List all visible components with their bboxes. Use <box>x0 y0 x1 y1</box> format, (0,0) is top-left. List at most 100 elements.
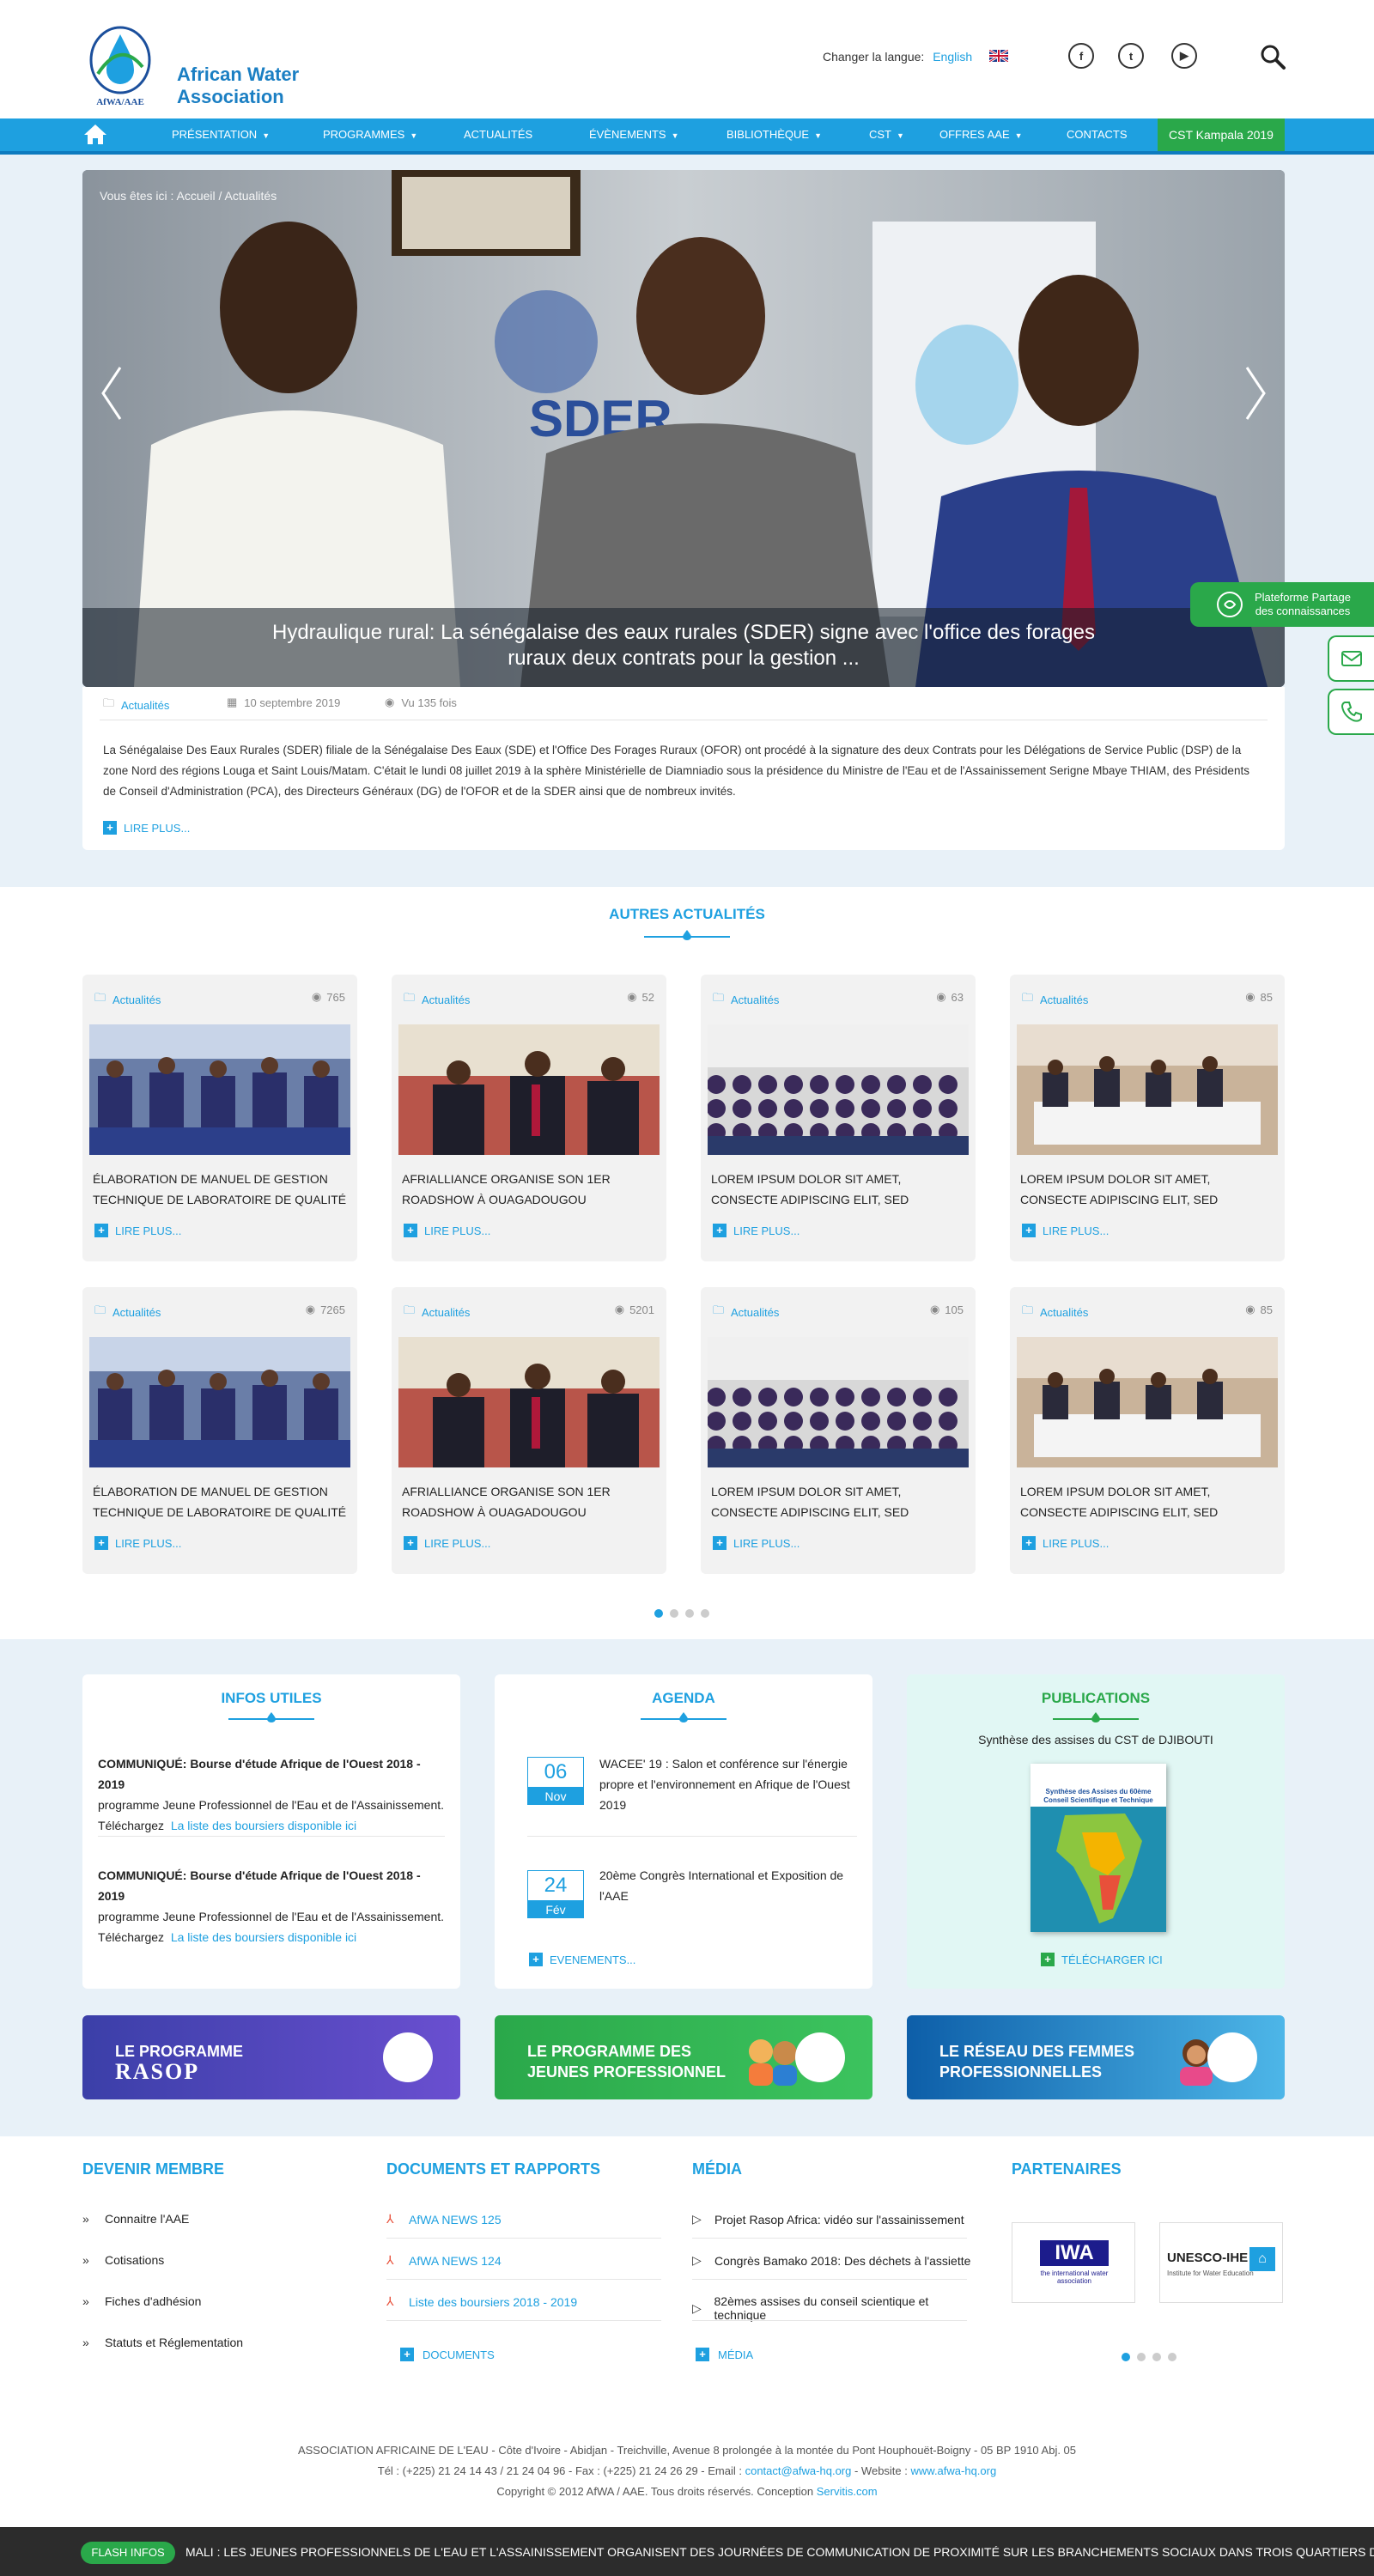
officials-photo[interactable] <box>398 1024 660 1155</box>
nav-bibliotheque[interactable]: Bibliothèque ▼ <box>727 118 822 151</box>
partner-iwa-logo[interactable]: IWA the international water association <box>1012 2222 1135 2303</box>
card-category[interactable]: 🗀 Actualités <box>94 990 161 1009</box>
read-more-link[interactable]: + LIRE PLUS... <box>713 1536 799 1550</box>
carousel-dot[interactable] <box>670 1609 678 1618</box>
nav-cst[interactable]: CST ▼ <box>869 118 904 151</box>
language-english-link[interactable]: English <box>933 50 972 64</box>
card-title[interactable]: LOREM IPSUM DOLOR SIT AMET, CONSECTE ADI… <box>1020 1481 1274 1522</box>
events-more-link[interactable]: + EVENEMENTS... <box>529 1953 635 1966</box>
news-card[interactable]: 🗀 Actualités ◉ 85 LOREM IPSUM DOLOR SIT AMET… <box>1010 975 1285 1261</box>
info-download-link[interactable]: La liste des boursiers disponible ici <box>171 1930 356 1944</box>
footer-link[interactable]: ⅄ Liste des boursiers 2018 - 2019 <box>386 2294 670 2309</box>
designer-link[interactable]: Servitis.com <box>817 2485 878 2498</box>
card-title[interactable]: LOREM IPSUM DOLOR SIT AMET, CONSECTE ADI… <box>1020 1169 1274 1210</box>
footer-link[interactable]: ⅄ AfWA NEWS 125 <box>386 2212 670 2227</box>
carousel-dot[interactable] <box>1122 2353 1130 2361</box>
uk-flag-icon[interactable] <box>989 50 1008 62</box>
crowd-photo[interactable] <box>708 1337 969 1467</box>
read-more-link[interactable]: + LIRE PLUS... <box>1022 1224 1109 1237</box>
card-title[interactable]: AFRIALLIANCE ORGANISE SON 1er ROADSHOW à… <box>402 1169 656 1210</box>
conference-photo[interactable] <box>1017 1024 1278 1155</box>
read-more-link[interactable]: + LIRE PLUS... <box>94 1536 181 1550</box>
nav-contacts[interactable]: Contacts <box>1067 118 1128 151</box>
officials-photo[interactable] <box>398 1337 660 1467</box>
footer-link[interactable]: ▷ Congrès Bamako 2018: Des déchets à l'as… <box>692 2253 976 2268</box>
publication-cover[interactable]: Synthèse des Assises du 60ème Conseil Sc… <box>1030 1764 1166 1932</box>
crowd-photo[interactable] <box>708 1024 969 1155</box>
youtube-icon[interactable]: ▶ <box>1171 43 1197 69</box>
cst-kampala-button[interactable]: CST Kampala 2019 <box>1158 118 1285 151</box>
card-title[interactable]: LOREM IPSUM DOLOR SIT AMET, CONSECTE ADI… <box>711 1481 965 1522</box>
read-more-link[interactable]: + LIRE PLUS... <box>713 1224 799 1237</box>
conference-photo[interactable] <box>1017 1337 1278 1467</box>
article-category[interactable]: 🗀 Actualités <box>103 696 169 714</box>
info-item[interactable]: COMMUNIQUÉ: Bourse d'étude Afrique de l'… <box>98 1865 450 1947</box>
footer-link[interactable]: » Connaitre l'AAE <box>82 2212 366 2226</box>
read-more-link[interactable]: + LIRE PLUS... <box>103 821 190 835</box>
carousel-dot[interactable] <box>685 1609 694 1618</box>
hero-caption[interactable]: Hydraulique rural: La sénégalaise des ea… <box>82 608 1285 687</box>
chevron-left-icon[interactable] <box>94 359 129 428</box>
twitter-icon[interactable]: t <box>1118 43 1144 69</box>
read-more-link[interactable]: + LIRE PLUS... <box>1022 1536 1109 1550</box>
news-card[interactable]: 🗀 Actualités ◉ 63 LOREM IPSUM DOLOR SIT AMET… <box>701 975 976 1261</box>
search-icon[interactable] <box>1259 43 1286 70</box>
rasop-program-banner[interactable]: LE PROGRAMME RASOP <box>82 2015 460 2099</box>
news-card[interactable]: 🗀 Actualités ◉ 7265 ÉLABORATION DE MANUEL DE… <box>82 1287 357 1574</box>
carousel-dot[interactable] <box>1152 2353 1161 2361</box>
footer-link[interactable]: ▷ Projet Rasop Africa: vidéo sur l'assain… <box>692 2212 976 2227</box>
young-professionals-banner[interactable]: LE PROGRAMME DES JEUNES PROFESSIONNEL <box>495 2015 872 2099</box>
nav-offres-aae[interactable]: Offres AAE ▼ <box>939 118 1023 151</box>
nav-programmes[interactable]: Programmes ▼ <box>323 118 417 151</box>
card-category[interactable]: 🗀 Actualités <box>1022 990 1088 1009</box>
card-category[interactable]: 🗀 Actualités <box>1022 1303 1088 1321</box>
logo-text[interactable]: African Water Association <box>177 64 299 108</box>
read-more-link[interactable]: + LIRE PLUS... <box>94 1224 181 1237</box>
footer-link[interactable]: » Cotisations <box>82 2253 366 2267</box>
info-download-link[interactable]: La liste des boursiers disponible ici <box>171 1819 356 1832</box>
nav-presentation[interactable]: Présentation ▼ <box>172 118 270 151</box>
women-network-banner[interactable]: LE RÉSEAU DES FEMMES PROFESSIONNELLES <box>907 2015 1285 2099</box>
news-card[interactable]: 🗀 Actualités ◉ 85 LOREM IPSUM DOLOR SIT AMET… <box>1010 1287 1285 1574</box>
news-card[interactable]: 🗀 Actualités ◉ 105 LOREM IPSUM DOLOR SIT AME… <box>701 1287 976 1574</box>
carousel-dot[interactable] <box>701 1609 709 1618</box>
news-card[interactable]: 🗀 Actualités ◉ 765 ÉLABORATION DE MANUEL DE … <box>82 975 357 1261</box>
nav-actualites[interactable]: Actualités <box>464 118 532 151</box>
hero-slider[interactable]: SDER Vous êtes ici : Accueil / Actualité… <box>82 170 1285 687</box>
card-title[interactable]: ÉLABORATION DE MANUEL DE GESTION TECHNIQ… <box>93 1481 347 1522</box>
card-title[interactable]: ÉLABORATION DE MANUEL DE GESTION TECHNIQ… <box>93 1169 347 1210</box>
footer-link[interactable]: ▷ 82èmes assises du conseil scientique et… <box>692 2294 976 2322</box>
documents-more-link[interactable]: + DOCUMENTS <box>400 2348 495 2361</box>
news-card[interactable]: 🗀 Actualités ◉ 52 AFRIALLIANCE ORGANISE SON … <box>392 975 666 1261</box>
footer-email-link[interactable]: contact@afwa-hq.org <box>745 2464 852 2477</box>
home-icon[interactable] <box>82 122 108 146</box>
card-category[interactable]: 🗀 Actualités <box>404 990 470 1009</box>
partners-carousel-dots[interactable] <box>1122 2353 1176 2361</box>
card-category[interactable]: 🗀 Actualités <box>404 1303 470 1321</box>
chevron-right-icon[interactable] <box>1238 359 1273 428</box>
meeting-photo[interactable] <box>89 1024 350 1155</box>
nav-evenements[interactable]: Évènements ▼ <box>589 118 679 151</box>
footer-link[interactable]: ⅄ AfWA NEWS 124 <box>386 2253 670 2268</box>
footer-link[interactable]: » Fiches d'adhésion <box>82 2294 366 2308</box>
read-more-link[interactable]: + LIRE PLUS... <box>404 1536 490 1550</box>
footer-website-link[interactable]: www.afwa-hq.org <box>911 2464 997 2477</box>
phone-button[interactable] <box>1328 689 1374 735</box>
carousel-dot[interactable] <box>1137 2353 1146 2361</box>
carousel-dot[interactable] <box>654 1609 663 1618</box>
newsletter-button[interactable] <box>1328 635 1374 682</box>
card-title[interactable]: AFRIALLIANCE ORGANISE SON 1er ROADSHOW à… <box>402 1481 656 1522</box>
facebook-icon[interactable]: f <box>1068 43 1094 69</box>
partner-unesco-logo[interactable]: UNESCO-IHE ⌂ Institute for Water Educati… <box>1159 2222 1283 2303</box>
afwa-logo[interactable]: AfWA/AAE <box>86 22 155 108</box>
footer-link[interactable]: » Statuts et Réglementation <box>82 2336 366 2349</box>
media-more-link[interactable]: + MÉDIA <box>696 2348 753 2361</box>
event-text[interactable]: 20ème Congrès International et Expositio… <box>599 1865 857 1906</box>
flash-text[interactable]: MALI : LES JEUNES PROFESSIONNELS DE L'EA… <box>185 2545 1374 2559</box>
event-text[interactable]: WACEE' 19 : Salon et conférence sur l'én… <box>599 1753 857 1815</box>
meeting-photo[interactable] <box>89 1337 350 1467</box>
card-category[interactable]: 🗀 Actualités <box>94 1303 161 1321</box>
knowledge-platform-button[interactable]: Plateforme Partage des connaissances <box>1190 582 1374 627</box>
carousel-dots[interactable] <box>654 1609 709 1618</box>
carousel-dot[interactable] <box>1168 2353 1176 2361</box>
